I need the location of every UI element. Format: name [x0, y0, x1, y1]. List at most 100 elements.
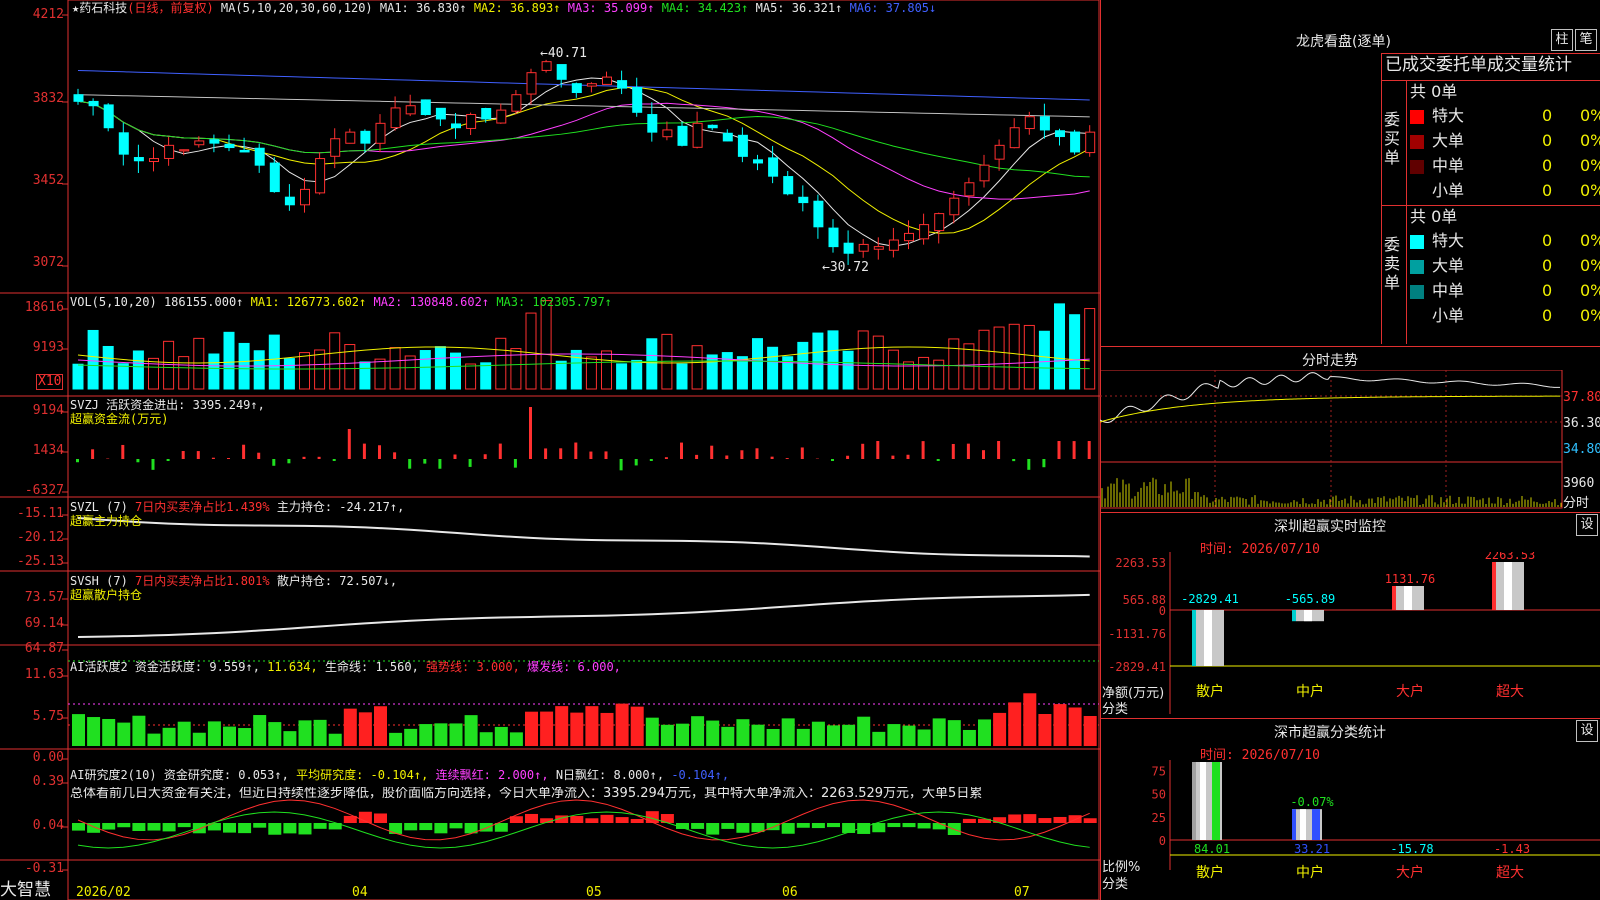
candle: [254, 147, 265, 166]
volume-bar: [299, 352, 310, 390]
volume-bar: [631, 359, 643, 390]
research-bar: [1083, 818, 1097, 823]
activity-bar: [555, 706, 569, 746]
ytick: -20.12: [17, 530, 64, 545]
ytick: -0.31: [24, 861, 64, 876]
activity-bar: [132, 715, 146, 746]
activity-bar: [162, 727, 176, 746]
tick-mode-button[interactable]: 笔: [1575, 29, 1597, 51]
flow-bar: [725, 455, 729, 459]
candle: [209, 139, 220, 144]
sc-category: 大户: [1396, 864, 1424, 881]
ma2-value: MA2: 36.893↑: [473, 1, 561, 15]
sc-ytick: 50: [1152, 788, 1166, 802]
candle: [722, 132, 733, 142]
volume-bar: [706, 354, 718, 390]
sz-bar-edge: [1392, 586, 1396, 610]
row-label: 大单: [1432, 256, 1465, 275]
candle: [179, 149, 190, 152]
fs-avg-line: [1100, 395, 1561, 423]
color-swatch: [1410, 309, 1424, 324]
vol-ma2: MA2: 130848.602↑: [373, 295, 490, 309]
flow-bar: [1087, 441, 1091, 459]
ma4-value: MA4: 34.423↑: [661, 1, 749, 15]
research-bar: [389, 823, 403, 834]
flow-bar: [785, 458, 789, 459]
volume-bar: [1008, 323, 1020, 390]
brand-logo[interactable]: 大智慧: [0, 875, 51, 900]
activity-bar: [645, 717, 659, 746]
bar-mode-button[interactable]: 柱: [1551, 29, 1573, 51]
research-line: [77, 799, 1090, 841]
sc-settings-button[interactable]: 设: [1576, 720, 1598, 742]
candle: [194, 140, 205, 146]
research-bar: [419, 823, 433, 831]
sc-bar-highlight: [1200, 762, 1206, 840]
candle: [1039, 116, 1050, 131]
sz-settings-button[interactable]: 设: [1576, 514, 1598, 536]
flow-bar: [378, 445, 381, 459]
sc-ytick: 0: [1159, 834, 1166, 848]
ai2-comment: 总体看前几日大资金有关注，但近日持续性逐步降低，股价面临方向选择，今日大单净流入…: [70, 787, 983, 801]
volume-bar: [525, 312, 537, 390]
activity-bar: [358, 712, 372, 746]
flow-bar: [559, 448, 563, 459]
activity-bar: [1008, 702, 1022, 746]
ai2-research: 资金研究度: 0.053↑,: [163, 768, 289, 782]
flow-bar: [317, 456, 321, 459]
volume-bar: [193, 337, 205, 390]
volume-bar: [419, 350, 431, 390]
flow-bar: [121, 444, 125, 459]
kline-chart-area[interactable]: [0, 0, 1100, 900]
flow-bar: [695, 454, 699, 459]
sz-monitor-chart[interactable]: 2263.53565.880-1131.76-2829.41-2829.41散户…: [1100, 552, 1600, 714]
volume-bar: [450, 352, 461, 390]
research-bar: [902, 823, 916, 828]
research-bar: [1008, 814, 1022, 823]
svzl-spec: SVZL (7): [70, 500, 128, 514]
volume-bar: [646, 338, 658, 390]
activity-bar: [404, 728, 418, 746]
main-holding-line: [77, 517, 1090, 558]
activity-bar: [494, 726, 508, 746]
research-bar: [932, 823, 946, 830]
main-header: ★药石科技(日线，前复权) MA(5,10,20,30,60,120) MA1:…: [72, 1, 936, 15]
candle: [73, 94, 84, 102]
activity-bar: [509, 732, 523, 746]
flow-bar: [997, 441, 1001, 459]
sz-ytick: 2263.53: [1115, 556, 1166, 570]
candle: [1070, 131, 1081, 153]
intraday-chart[interactable]: [1100, 370, 1600, 510]
divider: [1406, 80, 1407, 344]
sc-bar-top-label: -0.07%: [1290, 795, 1334, 809]
flow-bar: [1072, 441, 1076, 459]
activity-bar: [570, 712, 584, 746]
xaxis-label: 06: [782, 885, 798, 900]
volume-bar: [857, 330, 869, 390]
sc-bar-highlight: [1300, 809, 1306, 840]
sc-stat-chart[interactable]: 75 50 25 0 -0.37% 84.01 散户 -0.07% 33.21 中户 -15.78 大…: [1100, 760, 1600, 900]
volume-bar: [178, 356, 190, 390]
volume-bar: [601, 350, 612, 390]
research-bar: [449, 823, 463, 829]
row-pct: 0%: [1580, 281, 1600, 300]
ytick: 0.39: [32, 774, 64, 789]
ma-line-30: [77, 100, 1090, 178]
ai1-strong: 强势线: 3.000,: [426, 660, 520, 674]
svzl-value: 主力持仓: -24.217↑,: [276, 500, 405, 514]
flow-bar: [151, 459, 155, 470]
sz-ytick: 0: [1159, 604, 1166, 618]
volume-bar: [993, 326, 1005, 390]
research-bar: [872, 823, 886, 833]
candle: [858, 243, 869, 252]
research-bar: [162, 823, 176, 832]
activity-bar: [464, 715, 478, 746]
activity-bar: [721, 726, 735, 746]
volume-bar: [1069, 314, 1081, 390]
xaxis-label: 07: [1014, 885, 1030, 900]
vol-unit-badge[interactable]: X10: [36, 374, 64, 390]
research-bar: [268, 823, 282, 835]
activity-bar: [253, 715, 267, 746]
stock-title[interactable]: ★药石科技: [72, 1, 127, 15]
candle: [239, 149, 250, 153]
